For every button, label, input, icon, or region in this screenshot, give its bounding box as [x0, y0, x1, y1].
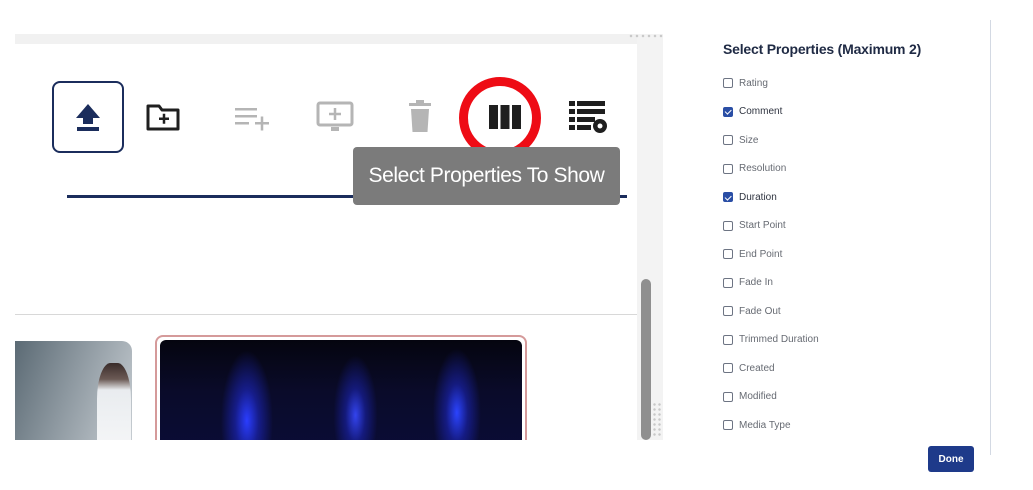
panel-border — [990, 20, 991, 455]
media-thumbnail-selected[interactable] — [155, 335, 527, 440]
tooltip: Select Properties To Show — [353, 147, 620, 205]
add-folder-icon — [146, 104, 180, 131]
thumbnail-image — [160, 340, 522, 440]
add-to-screen-icon — [316, 101, 354, 131]
property-checkbox[interactable] — [723, 420, 733, 431]
scrollbar-thumb[interactable] — [641, 279, 651, 440]
property-item[interactable]: End Point — [723, 240, 819, 269]
property-checkbox[interactable] — [723, 220, 733, 231]
property-checkbox[interactable] — [723, 106, 733, 117]
property-label: Created — [739, 362, 775, 374]
property-checkbox[interactable] — [723, 192, 733, 203]
delete-button[interactable] — [384, 81, 456, 153]
resize-handle-bottom[interactable] — [652, 402, 662, 438]
property-checkbox[interactable] — [723, 334, 733, 345]
property-checkbox[interactable] — [723, 277, 733, 288]
property-label: Duration — [739, 191, 777, 203]
list-settings-button[interactable] — [552, 81, 624, 153]
property-item[interactable]: Size — [723, 126, 819, 155]
property-label: End Point — [739, 248, 783, 260]
property-item[interactable]: Rating — [723, 69, 819, 98]
trash-icon — [409, 100, 431, 132]
property-checkbox[interactable] — [723, 391, 733, 402]
property-label: Fade In — [739, 277, 773, 289]
pane-top-strip — [15, 34, 663, 44]
property-label: Modified — [739, 391, 777, 403]
property-item[interactable]: Comment — [723, 98, 819, 127]
property-label: Fade Out — [739, 305, 781, 317]
property-checkbox[interactable] — [723, 249, 733, 260]
resize-handle-top[interactable] — [628, 34, 664, 38]
property-checkbox[interactable] — [723, 363, 733, 374]
list-settings-icon — [569, 101, 607, 133]
property-checkbox[interactable] — [723, 78, 733, 89]
property-item[interactable]: Start Point — [723, 212, 819, 241]
property-item[interactable]: Duration — [723, 183, 819, 212]
property-item[interactable]: Fade In — [723, 269, 819, 298]
property-checkbox[interactable] — [723, 163, 733, 174]
add-folder-button[interactable] — [127, 81, 199, 153]
property-label: Trimmed Duration — [739, 334, 819, 346]
media-thumbnail[interactable] — [15, 341, 132, 440]
property-label: Size — [739, 134, 759, 146]
divider-line — [15, 314, 637, 315]
add-to-playlist-button[interactable] — [217, 81, 289, 153]
property-checkbox[interactable] — [723, 306, 733, 317]
panel-title: Select Properties (Maximum 2) — [723, 41, 922, 57]
property-label: Rating — [739, 77, 768, 89]
property-item[interactable]: Modified — [723, 383, 819, 412]
property-item[interactable]: Created — [723, 354, 819, 383]
done-button[interactable]: Done — [928, 446, 974, 472]
property-item[interactable]: Fade Out — [723, 297, 819, 326]
property-label: Comment — [739, 106, 783, 118]
property-label: Media Type — [739, 419, 791, 431]
property-item[interactable]: Media Type — [723, 411, 819, 440]
property-checkbox[interactable] — [723, 135, 733, 146]
upload-button[interactable] — [52, 81, 124, 153]
add-to-playlist-icon — [235, 108, 269, 131]
media-library-pane — [15, 34, 663, 440]
upload-icon — [76, 104, 100, 131]
property-item[interactable]: Trimmed Duration — [723, 326, 819, 355]
property-label: Start Point — [739, 220, 786, 232]
property-list: Rating Comment Size Resolution Duration Start… — [723, 69, 819, 440]
add-to-screen-button[interactable] — [299, 81, 371, 153]
property-label: Resolution — [739, 163, 787, 175]
property-item[interactable]: Resolution — [723, 155, 819, 184]
thumbnail-figure — [97, 363, 131, 440]
